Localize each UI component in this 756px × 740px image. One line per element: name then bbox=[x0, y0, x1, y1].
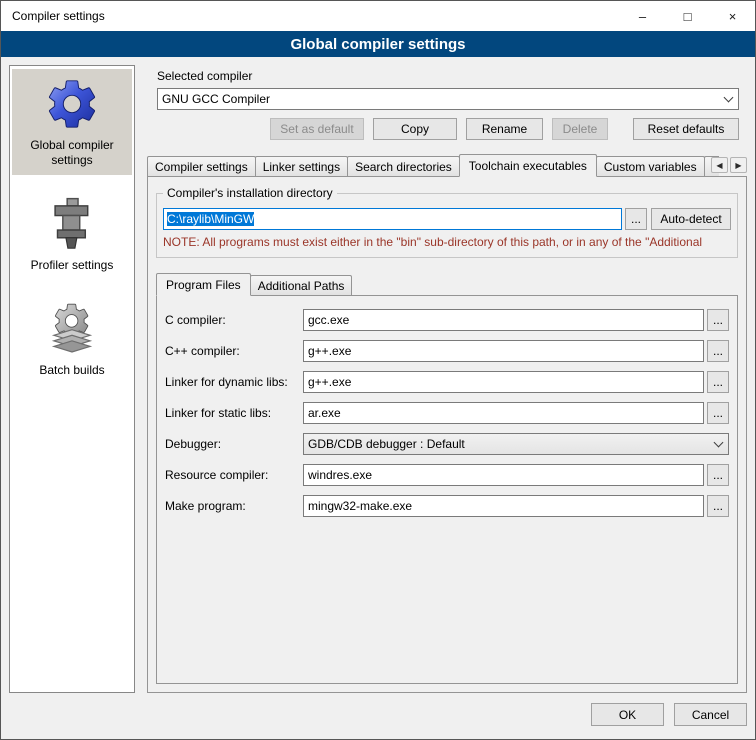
compiler-settings-dialog: Compiler settings – □ × Global compiler … bbox=[0, 0, 756, 740]
cpp-compiler-browse-button[interactable]: ... bbox=[707, 340, 729, 362]
minimize-button[interactable]: – bbox=[620, 1, 665, 31]
dialog-header-title: Global compiler settings bbox=[290, 36, 465, 53]
subtab-additional-paths[interactable]: Additional Paths bbox=[250, 275, 353, 295]
tab-scroll-arrows: ◀ ▶ bbox=[711, 157, 747, 173]
static-linker-label: Linker for static libs: bbox=[165, 406, 303, 420]
static-linker-input[interactable] bbox=[303, 402, 704, 424]
program-files-tab-strip: Program Files Additional Paths bbox=[156, 272, 738, 295]
toolchain-executables-panel: Compiler's installation directory C:\ray… bbox=[147, 176, 747, 693]
field-row-make-program: Make program: ... bbox=[165, 495, 729, 517]
c-compiler-browse-button[interactable]: ... bbox=[707, 309, 729, 331]
tab-custom-variables[interactable]: Custom variables bbox=[596, 156, 705, 176]
main-panel: Selected compiler GNU GCC Compiler Set a… bbox=[147, 65, 747, 693]
sidebar-item-batch-builds[interactable]: Batch builds bbox=[12, 294, 132, 385]
program-files-panel: C compiler: ... C++ compiler: ... Linker… bbox=[156, 295, 738, 684]
dialog-body: Global compiler settings Profiler settin… bbox=[1, 57, 755, 699]
field-row-static-linker: Linker for static libs: ... bbox=[165, 402, 729, 424]
tab-toolchain-executables[interactable]: Toolchain executables bbox=[459, 154, 597, 177]
subtab-program-files[interactable]: Program Files bbox=[156, 273, 251, 296]
dynamic-linker-label: Linker for dynamic libs: bbox=[165, 375, 303, 389]
dialog-header: Global compiler settings bbox=[1, 31, 755, 57]
field-row-dynamic-linker: Linker for dynamic libs: ... bbox=[165, 371, 729, 393]
tab-compiler-settings[interactable]: Compiler settings bbox=[147, 156, 256, 176]
blue-gear-icon bbox=[43, 75, 101, 133]
field-row-resource-compiler: Resource compiler: ... bbox=[165, 464, 729, 486]
make-program-label: Make program: bbox=[165, 499, 303, 513]
sidebar-item-profiler-settings[interactable]: Profiler settings bbox=[12, 189, 132, 280]
c-compiler-label: C compiler: bbox=[165, 313, 303, 327]
dynamic-linker-input[interactable] bbox=[303, 371, 704, 393]
chevron-down-icon bbox=[714, 438, 724, 448]
chevron-down-icon bbox=[724, 93, 734, 103]
field-row-debugger: Debugger: GDB/CDB debugger : Default bbox=[165, 433, 729, 455]
close-icon: × bbox=[729, 9, 737, 24]
window-title: Compiler settings bbox=[12, 9, 105, 23]
field-row-c-compiler: C compiler: ... bbox=[165, 309, 729, 331]
category-list: Global compiler settings Profiler settin… bbox=[9, 65, 135, 693]
install-dir-value: C:\raylib\MinGW bbox=[167, 212, 254, 226]
ok-button[interactable]: OK bbox=[591, 703, 664, 726]
cpp-compiler-label: C++ compiler: bbox=[165, 344, 303, 358]
rename-button[interactable]: Rename bbox=[466, 118, 543, 140]
sidebar-item-global-compiler-settings[interactable]: Global compiler settings bbox=[12, 69, 132, 175]
make-program-input[interactable] bbox=[303, 495, 704, 517]
set-as-default-button: Set as default bbox=[270, 118, 364, 140]
copy-button[interactable]: Copy bbox=[373, 118, 457, 140]
sidebar-item-label: Batch builds bbox=[39, 363, 104, 378]
debugger-label: Debugger: bbox=[165, 437, 303, 451]
field-row-cpp-compiler: C++ compiler: ... bbox=[165, 340, 729, 362]
installation-directory-group-title: Compiler's installation directory bbox=[163, 186, 337, 200]
settings-tab-strip: Compiler settings Linker settings Search… bbox=[147, 153, 747, 176]
resource-compiler-label: Resource compiler: bbox=[165, 468, 303, 482]
scroll-right-icon: ▶ bbox=[735, 161, 741, 170]
window-controls: – □ × bbox=[620, 1, 755, 31]
static-linker-browse-button[interactable]: ... bbox=[707, 402, 729, 424]
close-button[interactable]: × bbox=[710, 1, 755, 31]
cancel-button[interactable]: Cancel bbox=[674, 703, 747, 726]
resource-compiler-input[interactable] bbox=[303, 464, 704, 486]
maximize-icon: □ bbox=[684, 9, 692, 24]
sidebar-item-label: Global compiler settings bbox=[14, 138, 130, 168]
tab-linker-settings[interactable]: Linker settings bbox=[255, 156, 348, 176]
batch-builds-gear-icon bbox=[43, 300, 101, 358]
cpp-compiler-input[interactable] bbox=[303, 340, 704, 362]
scroll-left-icon: ◀ bbox=[716, 161, 722, 170]
compiler-select-value: GNU GCC Compiler bbox=[162, 92, 719, 106]
selected-compiler-label: Selected compiler bbox=[157, 69, 739, 83]
reset-defaults-button[interactable]: Reset defaults bbox=[633, 118, 739, 140]
dynamic-linker-browse-button[interactable]: ... bbox=[707, 371, 729, 393]
sidebar-item-label: Profiler settings bbox=[31, 258, 114, 273]
maximize-button[interactable]: □ bbox=[665, 1, 710, 31]
minimize-icon: – bbox=[639, 9, 646, 24]
titlebar[interactable]: Compiler settings – □ × bbox=[1, 1, 755, 31]
tab-scroll-left-button[interactable]: ◀ bbox=[711, 157, 728, 173]
c-compiler-input[interactable] bbox=[303, 309, 704, 331]
install-dir-input[interactable]: C:\raylib\MinGW bbox=[163, 208, 622, 230]
profiler-tool-icon bbox=[43, 195, 101, 253]
delete-button: Delete bbox=[552, 118, 608, 140]
compiler-select[interactable]: GNU GCC Compiler bbox=[157, 88, 739, 110]
make-program-browse-button[interactable]: ... bbox=[707, 495, 729, 517]
debugger-select-value: GDB/CDB debugger : Default bbox=[308, 437, 709, 451]
tab-search-directories[interactable]: Search directories bbox=[347, 156, 460, 176]
tab-scroll-right-button[interactable]: ▶ bbox=[730, 157, 747, 173]
installation-directory-group: Compiler's installation directory C:\ray… bbox=[156, 193, 738, 258]
note-text: NOTE: All programs must exist either in … bbox=[163, 235, 731, 249]
dialog-footer: OK Cancel bbox=[1, 699, 755, 739]
installation-directory-row: C:\raylib\MinGW ... Auto-detect bbox=[163, 208, 731, 230]
install-dir-browse-button[interactable]: ... bbox=[625, 208, 647, 230]
debugger-select[interactable]: GDB/CDB debugger : Default bbox=[303, 433, 729, 455]
compiler-buttons-row: Set as default Copy Rename Delete Reset … bbox=[157, 118, 739, 140]
resource-compiler-browse-button[interactable]: ... bbox=[707, 464, 729, 486]
auto-detect-button[interactable]: Auto-detect bbox=[651, 208, 731, 230]
